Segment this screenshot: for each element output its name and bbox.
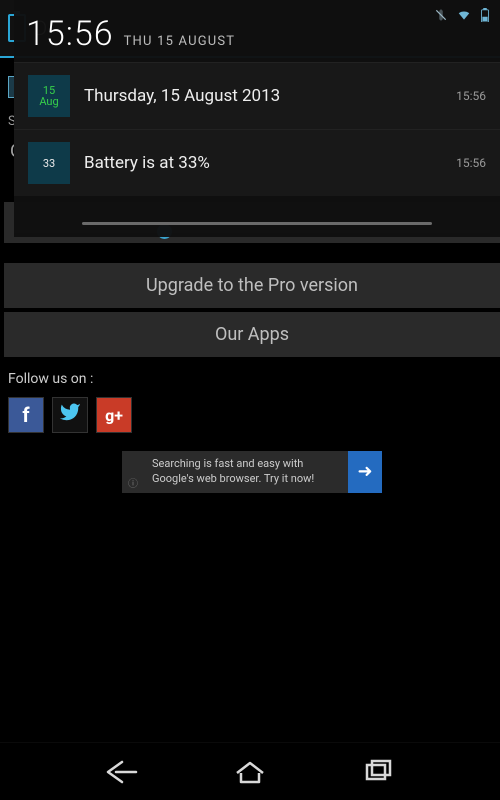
- shade-clock[interactable]: 15:56: [26, 14, 114, 54]
- status-icons: [434, 8, 490, 26]
- upgrade-button[interactable]: Upgrade to the Pro version: [4, 263, 500, 308]
- arrow-right-icon: ➜: [357, 461, 372, 482]
- social-row: f g+: [4, 397, 500, 433]
- home-button[interactable]: [231, 759, 269, 785]
- ad-cta-button[interactable]: ➜: [348, 451, 382, 493]
- ad-text: Searching is fast and easy with Google's…: [144, 451, 348, 493]
- battery-status-icon: [480, 8, 490, 26]
- back-button[interactable]: [103, 759, 141, 785]
- system-navbar: [0, 742, 500, 800]
- ad-banner[interactable]: ⓘ Searching is fast and easy with Google…: [122, 451, 382, 493]
- facebook-icon: f: [22, 403, 29, 427]
- back-icon: [103, 759, 141, 785]
- notification-title: Battery is at 33%: [84, 153, 456, 173]
- wifi-icon: [456, 8, 472, 26]
- twitter-icon: [59, 401, 81, 429]
- facebook-button[interactable]: f: [8, 397, 44, 433]
- google-plus-icon: g+: [105, 406, 123, 425]
- google-plus-button[interactable]: g+: [96, 397, 132, 433]
- recent-apps-button[interactable]: [359, 759, 397, 785]
- follow-us-label: Follow us on :: [4, 357, 500, 397]
- twitter-button[interactable]: [52, 397, 88, 433]
- our-apps-button[interactable]: Our Apps: [4, 312, 500, 357]
- home-icon: [231, 759, 269, 785]
- notification-timestamp: 15:56: [456, 156, 486, 170]
- battery-percent-value: 33: [43, 158, 55, 169]
- notification-list: 15 Aug Thursday, 15 August 2013 15:56 33…: [14, 62, 500, 196]
- recent-apps-icon: [359, 759, 397, 785]
- calendar-icon: 15 Aug: [28, 75, 70, 117]
- shade-date[interactable]: THU 15 AUGUST: [124, 34, 236, 54]
- notification-date[interactable]: 15 Aug Thursday, 15 August 2013 15:56: [14, 62, 500, 129]
- notification-battery[interactable]: 33 Battery is at 33% 15:56: [14, 129, 500, 196]
- notification-shade[interactable]: 15:56 THU 15 AUGUST 15 Aug Thursday, 15 …: [14, 0, 500, 237]
- battery-percent-icon: 33: [28, 142, 70, 184]
- mute-icon: [434, 8, 448, 26]
- notification-timestamp: 15:56: [456, 89, 486, 103]
- notification-title: Thursday, 15 August 2013: [84, 86, 456, 106]
- calendar-icon-month: Aug: [39, 96, 58, 107]
- adchoices-icon[interactable]: ⓘ: [122, 451, 144, 493]
- shade-header: 15:56 THU 15 AUGUST: [14, 0, 500, 62]
- shade-drag-handle[interactable]: [82, 222, 432, 225]
